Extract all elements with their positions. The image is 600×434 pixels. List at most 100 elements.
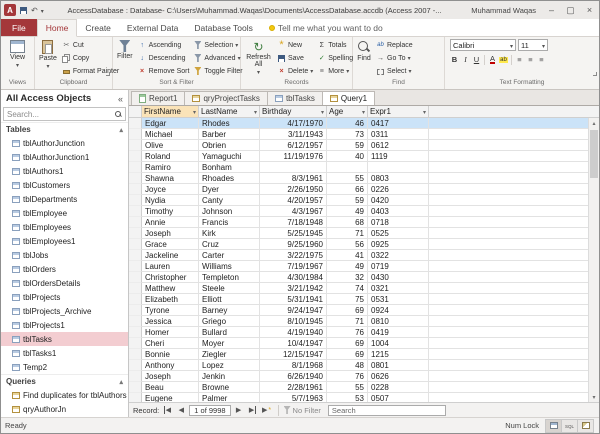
highlight-color-button[interactable] xyxy=(499,54,508,65)
undo-icon[interactable]: ↶ xyxy=(31,6,38,15)
cell[interactable]: Edgar xyxy=(142,118,199,129)
tab-database-tools[interactable]: Database Tools xyxy=(186,19,260,36)
font-size-combo[interactable]: 11 xyxy=(518,39,548,51)
cell[interactable]: 0803 xyxy=(368,173,429,184)
row-selector[interactable] xyxy=(129,305,142,316)
cell[interactable]: Bullard xyxy=(199,327,260,338)
cell[interactable]: 0420 xyxy=(368,195,429,206)
cell[interactable]: 0924 xyxy=(368,305,429,316)
filter-dropdown-icon[interactable] xyxy=(193,107,196,116)
cell[interactable]: 5/7/1963 xyxy=(260,393,327,402)
tab-create[interactable]: Create xyxy=(77,19,119,36)
sidebar-item-tblprojects1[interactable]: tblProjects1 xyxy=(1,318,128,332)
align-left-button[interactable] xyxy=(515,54,524,65)
cell[interactable]: 73 xyxy=(327,129,368,140)
cell[interactable]: 2/28/1961 xyxy=(260,382,327,393)
ascending-button[interactable]: Ascending xyxy=(137,39,191,51)
cell[interactable]: 8/10/1945 xyxy=(260,316,327,327)
record-search-input[interactable]: Search xyxy=(328,405,446,416)
doc-tab-query1[interactable]: Query1 xyxy=(322,91,375,105)
row-selector[interactable] xyxy=(129,118,142,129)
save-record-button[interactable]: Save xyxy=(276,52,314,64)
record-position-box[interactable]: 1 of 9998 xyxy=(189,405,230,416)
cell[interactable]: Matthew xyxy=(142,283,199,294)
cell[interactable]: 7/18/1948 xyxy=(260,217,327,228)
sidebar-item-tblcustomers[interactable]: tblCustomers xyxy=(1,178,128,192)
underline-button[interactable]: U xyxy=(472,54,481,65)
sidebar-item-tbltasks[interactable]: tblTasks xyxy=(1,332,128,346)
select-all-corner[interactable] xyxy=(129,106,142,118)
sidebar-item-tblordersdetails[interactable]: tblOrdersDetails xyxy=(1,276,128,290)
restore-button[interactable]: ▢ xyxy=(561,1,580,19)
cell[interactable]: 0612 xyxy=(368,140,429,151)
first-record-button[interactable]: ◀ xyxy=(161,405,173,416)
cell[interactable]: 71 xyxy=(327,316,368,327)
cell[interactable]: Joseph xyxy=(142,228,199,239)
cell[interactable]: 32 xyxy=(327,272,368,283)
cell[interactable]: Christopher xyxy=(142,272,199,283)
cell[interactable]: Ramiro xyxy=(142,162,199,173)
cell[interactable]: Grace xyxy=(142,239,199,250)
sidebar-item-tblauthorjunction[interactable]: tblAuthorJunction xyxy=(1,136,128,150)
cell[interactable]: 0718 xyxy=(368,217,429,228)
cell[interactable]: Williams xyxy=(199,261,260,272)
row-selector[interactable] xyxy=(129,382,142,393)
next-record-button[interactable]: ▶ xyxy=(233,405,245,416)
row-selector[interactable] xyxy=(129,184,142,195)
cell[interactable]: 49 xyxy=(327,206,368,217)
cell[interactable]: Olive xyxy=(142,140,199,151)
sql-view-shortcut[interactable] xyxy=(561,419,578,433)
bold-button[interactable]: B xyxy=(450,54,459,65)
cell[interactable]: 56 xyxy=(327,239,368,250)
cell[interactable]: 6/12/1957 xyxy=(260,140,327,151)
row-selector[interactable] xyxy=(129,217,142,228)
font-color-button[interactable] xyxy=(488,54,497,65)
row-selector[interactable] xyxy=(129,228,142,239)
align-right-button[interactable] xyxy=(537,54,546,65)
go-to-button[interactable]: Go To xyxy=(375,52,414,64)
cell[interactable]: 74 xyxy=(327,283,368,294)
cell[interactable]: Jenkin xyxy=(199,371,260,382)
cell[interactable]: 9/25/1960 xyxy=(260,239,327,250)
cell[interactable]: Jessica xyxy=(142,316,199,327)
nav-group-queries[interactable]: Queries▴ xyxy=(1,374,128,388)
toggle-filter-button[interactable]: Toggle Filter xyxy=(192,65,243,77)
cell[interactable]: Browne xyxy=(199,382,260,393)
clipboard-dialog-launcher-icon[interactable] xyxy=(106,72,110,76)
cell[interactable]: Beau xyxy=(142,382,199,393)
cell[interactable]: 1215 xyxy=(368,349,429,360)
tab-file[interactable]: File xyxy=(1,19,37,36)
cell[interactable]: Joyce xyxy=(142,184,199,195)
cell[interactable]: Joseph xyxy=(142,371,199,382)
cell[interactable]: 75 xyxy=(327,294,368,305)
cell[interactable]: Ziegler xyxy=(199,349,260,360)
cell[interactable]: Elizabeth xyxy=(142,294,199,305)
cell[interactable]: Rhodes xyxy=(199,118,260,129)
row-selector[interactable] xyxy=(129,173,142,184)
tell-me-box[interactable]: Tell me what you want to do xyxy=(261,19,391,36)
cell[interactable]: 55 xyxy=(327,173,368,184)
cell[interactable]: 0810 xyxy=(368,316,429,327)
cell[interactable]: Obrien xyxy=(199,140,260,151)
cell[interactable]: Lopez xyxy=(199,360,260,371)
cell[interactable]: 76 xyxy=(327,371,368,382)
column-header-age[interactable]: Age xyxy=(327,106,368,118)
refresh-all-button[interactable]: Refresh All xyxy=(243,39,274,77)
close-button[interactable]: × xyxy=(580,1,599,19)
doc-tab-tbltasks[interactable]: tblTasks xyxy=(267,91,323,105)
doc-tab-report1[interactable]: Report1 xyxy=(131,91,185,105)
cell[interactable]: 68 xyxy=(327,217,368,228)
replace-button[interactable]: Replace xyxy=(375,39,414,51)
row-selector[interactable] xyxy=(129,206,142,217)
tab-home[interactable]: Home xyxy=(37,19,78,37)
cell[interactable]: 3/11/1943 xyxy=(260,129,327,140)
cell[interactable]: 3/21/1942 xyxy=(260,283,327,294)
text-formatting-dialog-launcher-icon[interactable] xyxy=(593,72,597,76)
cell[interactable]: 5/31/1941 xyxy=(260,294,327,305)
cell[interactable]: 10/4/1947 xyxy=(260,338,327,349)
sidebar-item-find-duplicates-for-tblauthors[interactable]: Find duplicates for tblAuthors xyxy=(1,388,128,402)
cell[interactable]: Homer xyxy=(142,327,199,338)
filter-dropdown-icon[interactable] xyxy=(423,107,426,116)
row-selector[interactable] xyxy=(129,294,142,305)
cell[interactable]: Michael xyxy=(142,129,199,140)
